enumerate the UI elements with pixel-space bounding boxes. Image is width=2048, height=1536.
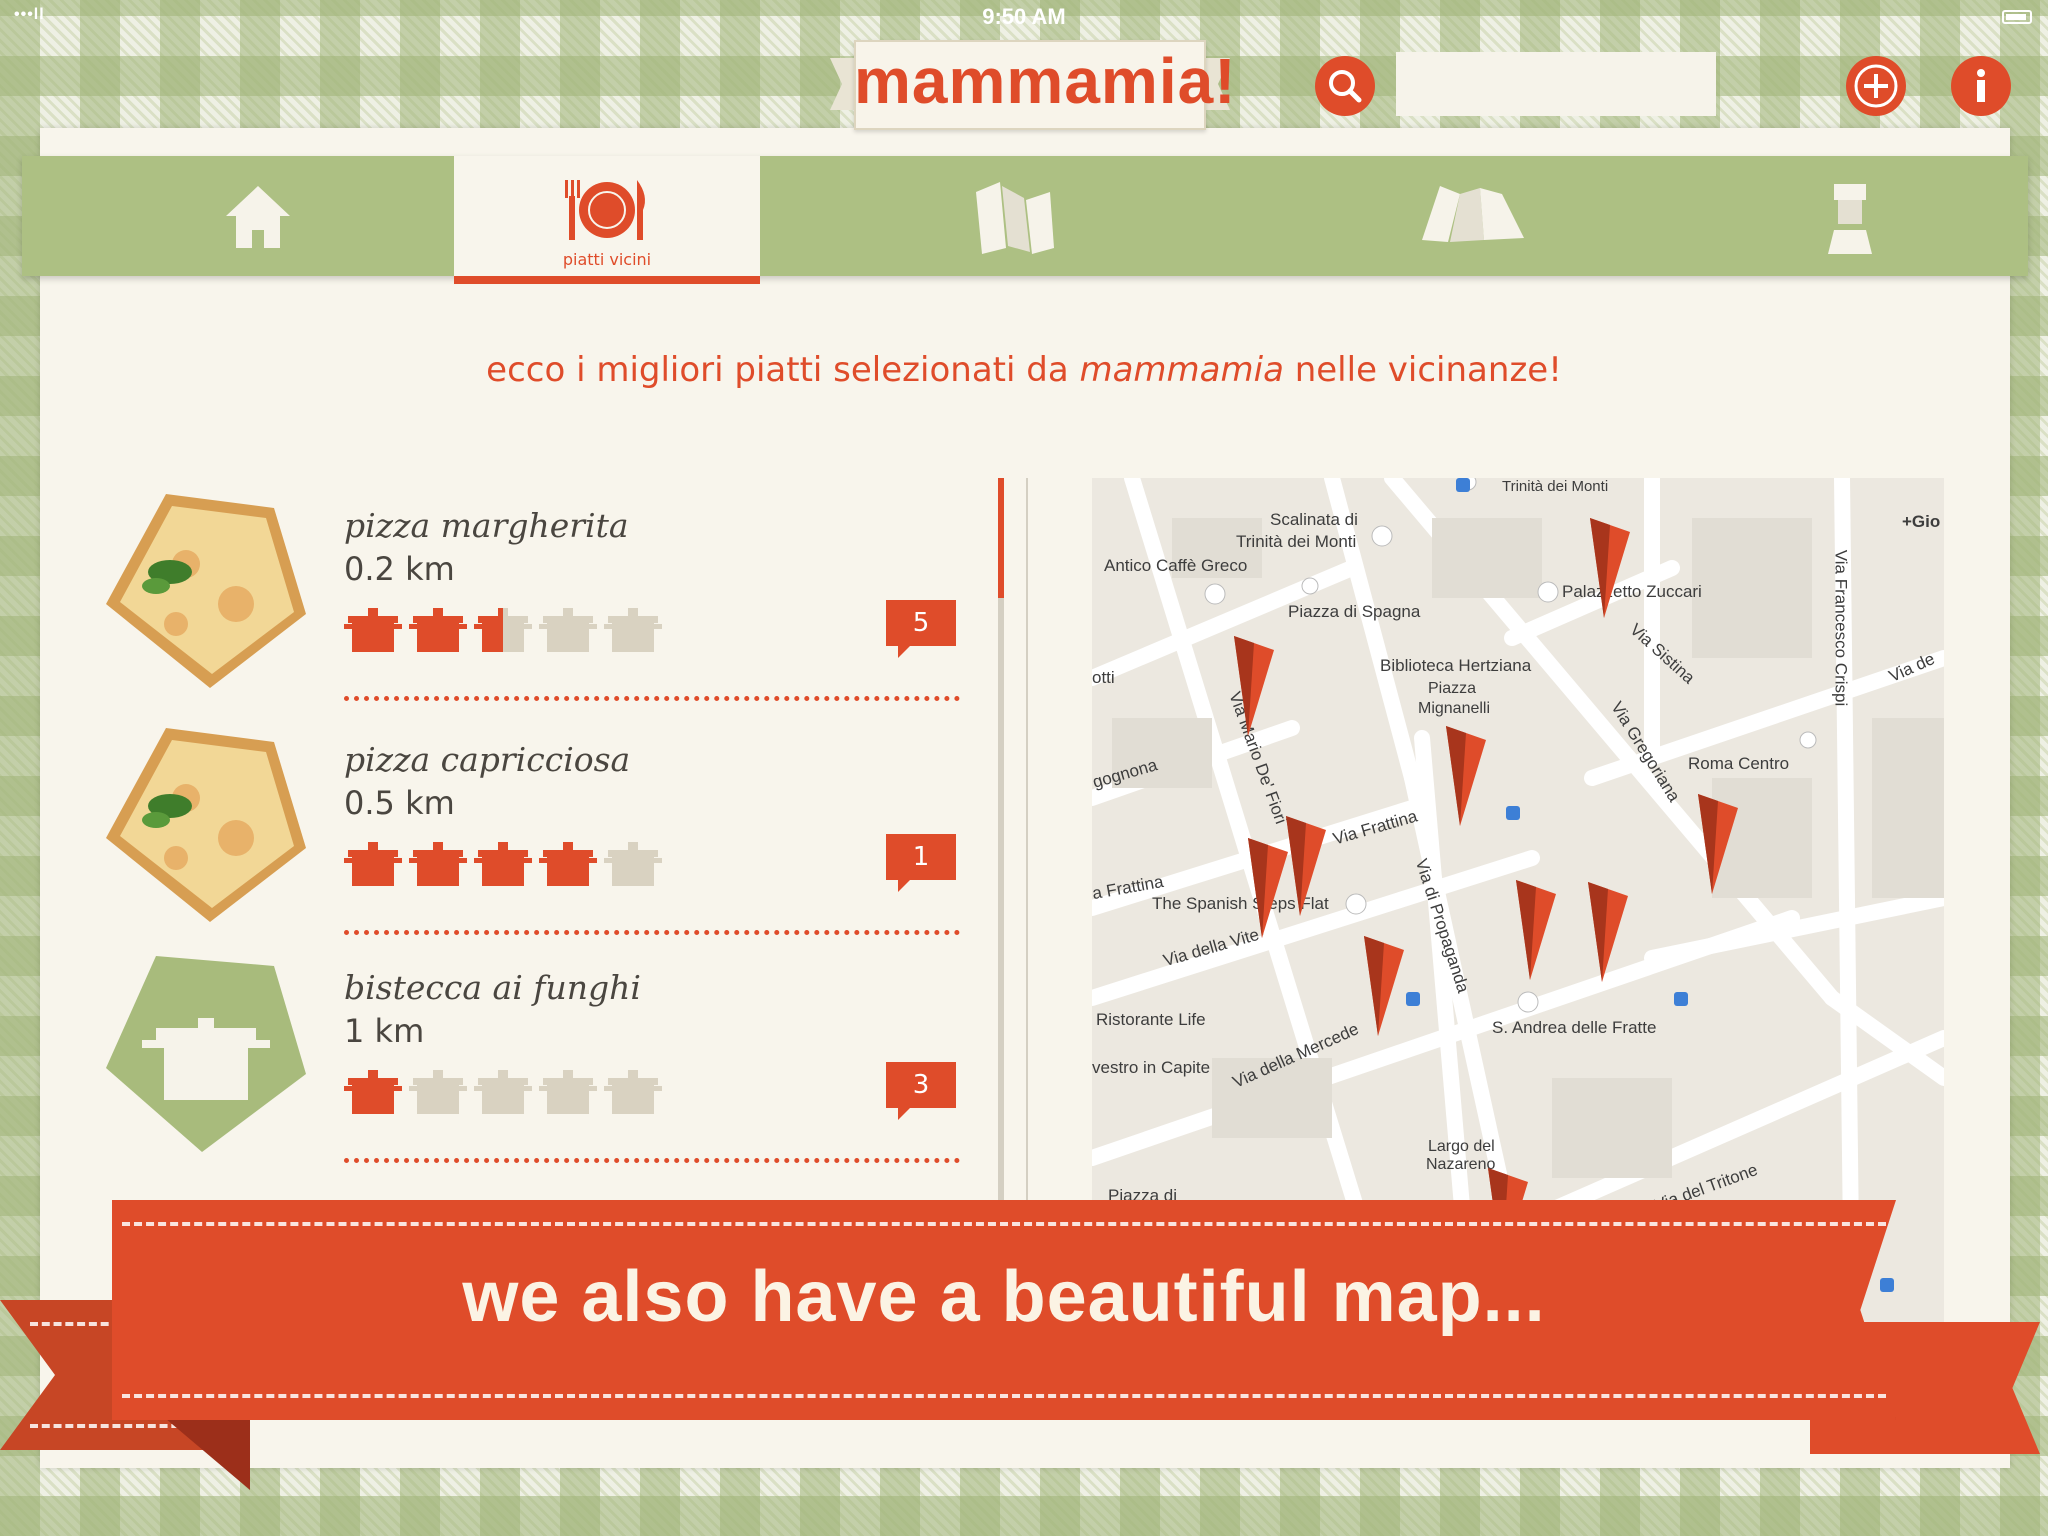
rating-pot-icon bbox=[409, 1070, 467, 1114]
map-label: Ristorante Life bbox=[1096, 1010, 1206, 1029]
stitch-line bbox=[122, 1394, 1886, 1398]
stitch-line bbox=[122, 1222, 1886, 1226]
rating-pot-icon bbox=[409, 842, 467, 886]
rating-pot-icon bbox=[474, 1070, 532, 1114]
main-nav: piatti vicini bbox=[22, 156, 2028, 284]
map-label: Piazza di Spagna bbox=[1288, 602, 1421, 621]
map-label: S. Andrea delle Fratte bbox=[1492, 1018, 1657, 1037]
pizza-photo bbox=[106, 494, 306, 688]
rating-pot-icon bbox=[344, 842, 402, 886]
map-pin[interactable] bbox=[1286, 816, 1326, 916]
rating-pots bbox=[344, 840, 684, 890]
map-pin[interactable] bbox=[1248, 838, 1288, 938]
tab-maps[interactable] bbox=[1204, 156, 1624, 276]
rating-pots bbox=[344, 1068, 684, 1118]
rating-pot-icon bbox=[539, 1070, 597, 1114]
home-icon bbox=[226, 186, 290, 248]
rating-pot-icon bbox=[539, 608, 597, 652]
headline-text: ecco i migliori piatti selezionati da bbox=[486, 350, 1080, 390]
rating-pot-icon bbox=[474, 608, 532, 652]
dish-name: bistecca ai funghi bbox=[344, 968, 641, 1007]
rating-pot-icon bbox=[604, 608, 662, 652]
dish-distance: 1 km bbox=[344, 1012, 425, 1050]
tab-label-nearby-dishes: piatti vicini bbox=[562, 250, 652, 269]
plus-icon bbox=[1854, 64, 1898, 108]
map-label: Palazzetto Zuccari bbox=[1562, 582, 1702, 601]
info-button[interactable] bbox=[1951, 56, 2011, 116]
status-time: 9:50 AM bbox=[982, 4, 1066, 29]
rating-pot-icon bbox=[344, 1070, 402, 1114]
tab-profile[interactable] bbox=[1624, 156, 2028, 276]
dish-list[interactable]: pizza margherita 0.2 km 5 pizza capricci… bbox=[100, 470, 980, 1210]
search-icon bbox=[1329, 70, 1362, 103]
map-label: Biblioteca Hertziana bbox=[1380, 656, 1532, 675]
rating-pot-icon bbox=[604, 842, 662, 886]
review-count-badge[interactable]: 3 bbox=[886, 1062, 956, 1120]
dish-name: pizza capricciosa bbox=[344, 740, 631, 779]
rating-pots bbox=[344, 606, 684, 656]
map-pin[interactable] bbox=[1364, 936, 1404, 1036]
dish-distance: 0.5 km bbox=[344, 784, 455, 822]
headline-text-end: nelle vicinanze! bbox=[1283, 350, 1562, 390]
pot-placeholder-icon bbox=[106, 956, 306, 1152]
review-count-badge[interactable]: 1 bbox=[886, 834, 956, 892]
map-pin[interactable] bbox=[1588, 882, 1628, 982]
map-label: Nazareno bbox=[1426, 1156, 1496, 1173]
tab-nearby-dishes[interactable]: piatti vicini bbox=[454, 156, 760, 284]
map-label: Roma Centro bbox=[1688, 754, 1790, 773]
map-label: Piazza bbox=[1428, 680, 1477, 697]
logo-text: mammamia! bbox=[854, 45, 1237, 117]
tab-map[interactable] bbox=[760, 156, 1204, 276]
info-icon bbox=[1977, 69, 1985, 102]
map-label: +Gio bbox=[1902, 512, 1941, 531]
map-label: Trinità dei Monti bbox=[1502, 478, 1609, 495]
dish-name: pizza margherita bbox=[344, 506, 629, 545]
tab-home[interactable] bbox=[22, 156, 454, 276]
city-map-icon bbox=[1422, 186, 1524, 242]
map-label: vestro in Capite bbox=[1092, 1058, 1211, 1077]
map-pin[interactable] bbox=[1234, 636, 1274, 736]
app-logo: mammamia! bbox=[830, 36, 1237, 136]
map-label: otti bbox=[1092, 668, 1115, 687]
rating-pot-icon bbox=[409, 608, 467, 652]
column-divider bbox=[1026, 478, 1028, 1218]
review-count-badge[interactable]: 5 bbox=[886, 600, 956, 658]
plate-cutlery-icon bbox=[565, 180, 645, 240]
search-button[interactable] bbox=[1315, 56, 1375, 116]
map-pin[interactable] bbox=[1698, 794, 1738, 894]
add-button[interactable] bbox=[1846, 56, 1906, 116]
rating-pot-icon bbox=[539, 842, 597, 886]
item-divider bbox=[344, 696, 960, 701]
rating-pot-icon bbox=[474, 842, 532, 886]
pizza-photo bbox=[106, 728, 306, 922]
map-pin[interactable] bbox=[1446, 726, 1486, 826]
map-label: Largo del bbox=[1428, 1138, 1495, 1155]
list-item[interactable]: pizza capricciosa 0.5 km 1 bbox=[100, 704, 960, 935]
dish-distance: 0.2 km bbox=[344, 550, 455, 588]
map-label: Mignanelli bbox=[1418, 700, 1491, 717]
folded-map-icon bbox=[976, 182, 1054, 254]
headline-brand: mammamia bbox=[1079, 350, 1284, 390]
map-label: Via Francesco Crispi bbox=[1831, 549, 1851, 707]
map-view[interactable]: Trinità dei Monti Scalinata di Trinità d… bbox=[1092, 478, 1944, 1324]
map-label: Trinità dei Monti bbox=[1236, 532, 1357, 551]
map-label: Scalinata di bbox=[1270, 510, 1358, 529]
status-bar: •••ll 9:50 AM bbox=[0, 0, 2048, 36]
search-input[interactable] bbox=[1396, 52, 1716, 116]
map-label: Antico Caffè Greco bbox=[1104, 556, 1248, 575]
rating-pot-icon bbox=[344, 608, 402, 652]
list-scrollbar-thumb[interactable] bbox=[998, 478, 1004, 598]
list-item[interactable]: pizza margherita 0.2 km 5 bbox=[100, 470, 960, 701]
rating-pot-icon bbox=[604, 1070, 662, 1114]
battery-icon bbox=[2002, 10, 2032, 24]
chef-icon bbox=[1828, 184, 1872, 254]
item-divider bbox=[344, 1158, 960, 1163]
map-pin[interactable] bbox=[1516, 880, 1556, 980]
page-headline: ecco i migliori piatti selezionati da ma… bbox=[0, 350, 2048, 390]
list-item[interactable]: bistecca ai funghi 1 km 3 bbox=[100, 932, 960, 1163]
map-pin[interactable] bbox=[1590, 518, 1630, 618]
promo-banner-text: we also have a beautiful map... bbox=[462, 1257, 1546, 1337]
